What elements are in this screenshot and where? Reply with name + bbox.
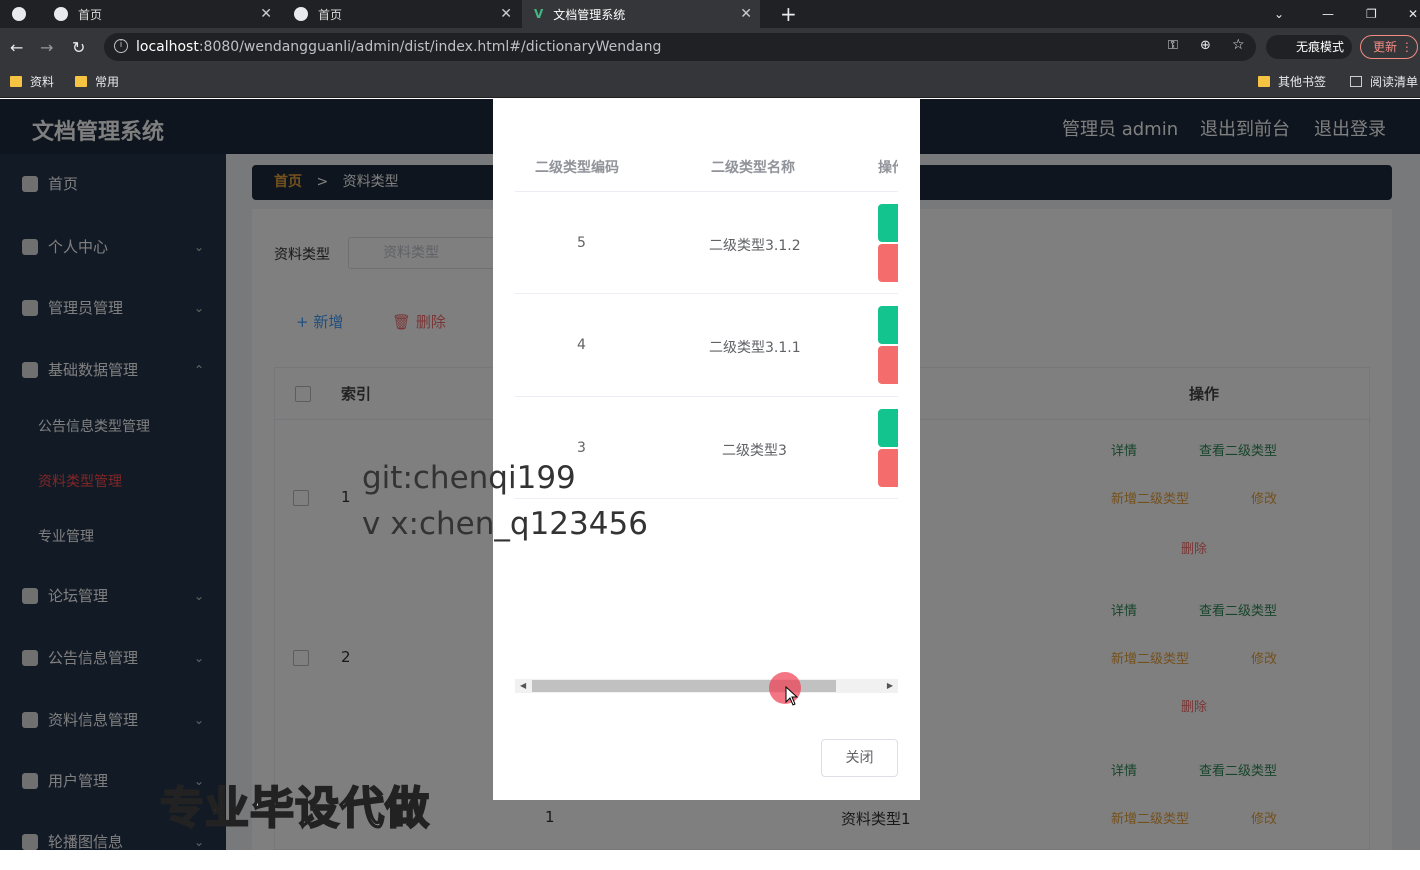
other-bookmarks[interactable]: 其他书签 — [1258, 73, 1326, 90]
row-code: 3 — [577, 440, 586, 456]
tab-label: 首页 — [318, 7, 343, 22]
sub-type-dialog: 二级类型编码 二级类型名称 操作 5 二级类型3.1.2 4 二级类型3.1.1… — [493, 99, 920, 800]
back-icon[interactable]: ← — [10, 38, 23, 57]
reading-list[interactable]: 阅读清单 — [1350, 73, 1418, 90]
key-icon[interactable]: ⚿ — [1168, 38, 1178, 53]
row-edit-button[interactable] — [878, 204, 898, 242]
folder-icon — [1258, 76, 1270, 87]
row-delete-button[interactable] — [878, 346, 898, 384]
vue-logo-icon: V — [534, 7, 544, 21]
col-name: 二级类型名称 — [711, 160, 795, 176]
reload-icon[interactable]: ↻ — [72, 38, 85, 57]
folder-icon — [10, 76, 22, 87]
row-edit-button[interactable] — [878, 306, 898, 344]
close-icon[interactable]: ✕ — [500, 6, 512, 22]
col-ops: 操作 — [878, 160, 898, 176]
row-divider — [515, 293, 898, 294]
row-delete-button[interactable] — [878, 244, 898, 282]
url-path: :8080/wendangguanli/admin/dist/index.htm… — [198, 39, 662, 55]
bookmark-folder[interactable]: 资料 — [10, 73, 54, 90]
browser-tab-2[interactable]: 首页 ✕ — [282, 0, 520, 28]
update-button[interactable]: 更新 ⋮ — [1360, 35, 1418, 59]
tab-label: 文档管理系统 — [553, 7, 626, 22]
reading-list-icon — [1350, 76, 1362, 87]
row-name: 二级类型3.1.2 — [709, 238, 801, 254]
browser-tab-1[interactable]: 首页 ✕ — [42, 0, 280, 28]
row-divider — [515, 396, 898, 397]
close-icon[interactable]: ✕ — [740, 6, 752, 22]
star-icon[interactable]: ☆ — [1232, 37, 1245, 53]
tab-search-icon[interactable]: ⌄ — [1262, 0, 1290, 28]
window-close-icon[interactable]: ✕ — [1396, 0, 1420, 28]
restore-icon[interactable]: ❐ — [1354, 0, 1382, 28]
close-icon[interactable]: ✕ — [260, 6, 272, 22]
row-name: 二级类型3.1.1 — [709, 340, 801, 356]
scroll-right-icon[interactable]: ▶ — [887, 679, 893, 693]
col-code: 二级类型编码 — [535, 160, 619, 176]
incognito-badge[interactable]: 无痕模式 — [1266, 35, 1352, 59]
row-divider — [515, 498, 898, 499]
tab-label: 首页 — [78, 7, 103, 22]
watermark-line2: v x:chen_q123456 — [362, 506, 648, 542]
url-field[interactable]: localhost:8080/wendangguanli/admin/dist/… — [104, 33, 1256, 61]
bookmark-label: 阅读清单 — [1370, 75, 1419, 89]
browser-tab-3[interactable]: V 文档管理系统 ✕ — [522, 0, 760, 28]
folder-icon — [75, 76, 87, 87]
globe-icon — [54, 7, 68, 21]
incognito-label: 无痕模式 — [1296, 40, 1345, 54]
update-label: 更新 — [1373, 40, 1398, 54]
bookmark-label: 资料 — [30, 75, 55, 89]
mouse-cursor-icon — [785, 686, 799, 706]
globe-icon — [294, 7, 308, 21]
new-tab-icon[interactable]: + — [768, 0, 798, 28]
tab-app-icon[interactable] — [0, 0, 42, 28]
watermark-line1: git:chenqi199 — [362, 460, 576, 496]
bookmarks-bar: 资料 常用 其他书签 阅读清单 — [0, 66, 1420, 98]
row-code: 4 — [577, 337, 586, 353]
row-delete-button[interactable] — [878, 449, 898, 487]
watermark-caption: 专业毕设代做 — [159, 782, 430, 835]
bookmark-label: 常用 — [95, 75, 120, 89]
scroll-left-icon[interactable]: ◀ — [520, 679, 526, 693]
horizontal-scrollbar[interactable]: ◀ ▶ — [515, 679, 898, 693]
bookmark-folder[interactable]: 常用 — [75, 73, 119, 90]
forward-icon[interactable]: → — [40, 38, 53, 57]
globe-icon — [12, 7, 26, 21]
bookmark-label: 其他书签 — [1278, 75, 1327, 89]
close-button[interactable]: 关闭 — [821, 739, 898, 777]
row-name: 二级类型3 — [722, 443, 787, 459]
header-divider — [515, 191, 898, 192]
url-host: localhost — [136, 39, 199, 55]
minimize-icon[interactable]: — — [1310, 0, 1338, 28]
row-code: 5 — [577, 235, 586, 251]
zoom-icon[interactable]: ⊕ — [1200, 38, 1211, 53]
site-info-icon[interactable]: i — [114, 39, 128, 53]
browser-tab-bar: 首页 ✕ 首页 ✕ V 文档管理系统 ✕ + ⌄ — ❐ ✕ — [0, 0, 1420, 28]
row-edit-button[interactable] — [878, 409, 898, 447]
